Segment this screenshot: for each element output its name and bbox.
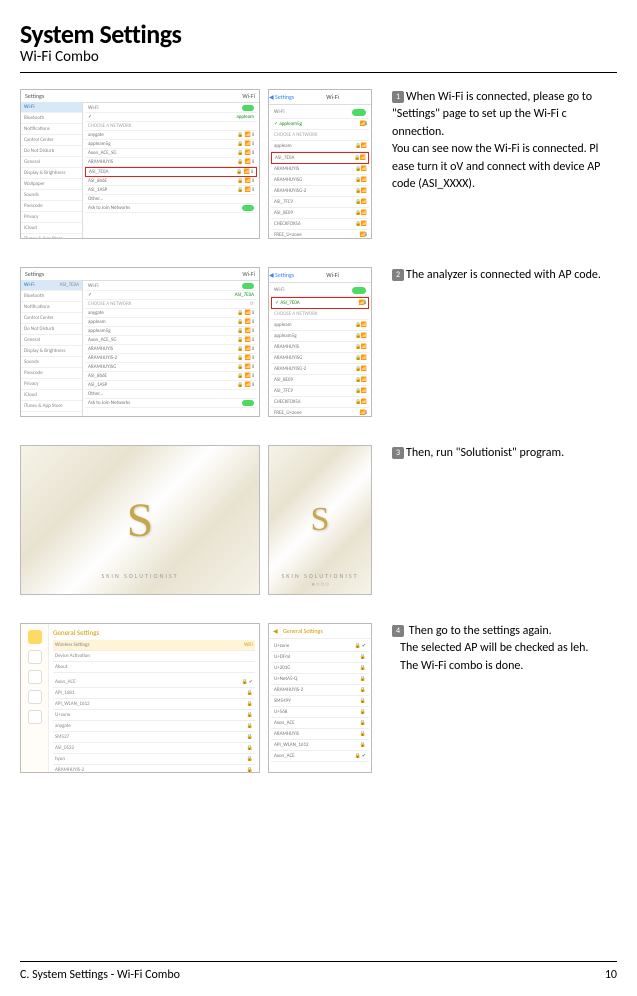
step-3-text: 3Then, run "Solutionist" program. <box>392 445 617 462</box>
step-3: S SKIN SOLUTIONIST S SKIN SOLUTIONIST ● … <box>20 445 617 595</box>
page-footer: C. System Settings - Wi-Fi Combo 10 <box>20 961 617 982</box>
step-2-text: 2The analyzer is connected with AP code. <box>392 267 617 284</box>
step-badge-2: 2 <box>392 269 404 281</box>
header-rule <box>20 72 617 73</box>
page-title: System Settings <box>20 18 617 50</box>
screenshot-general-settings-tablet: General Settings Wireless SettingsWiFi D… <box>20 623 260 773</box>
screenshot-solutionist-phone: S SKIN SOLUTIONIST ● ○ ○ ○ <box>268 445 372 595</box>
step-2: SettingsWi-Fi Wi-FiASI_7E0A Bluetooth No… <box>20 267 617 417</box>
page-number: 10 <box>605 968 617 982</box>
page-subtitle: Wi-Fi Combo <box>20 48 617 66</box>
step-badge-1: 1 <box>392 91 404 103</box>
step-4: General Settings Wireless SettingsWiFi D… <box>20 623 617 773</box>
step-4-text: 4 Then go to the settings again. The sel… <box>392 623 617 675</box>
screenshot-solutionist-tablet: S SKIN SOLUTIONIST <box>20 445 260 595</box>
step-badge-4: 4 <box>392 625 404 637</box>
step-1: SettingsWi-Fi Wi-Fi Bluetooth Notificati… <box>20 89 617 239</box>
step-1-text: 1When Wi-Fi is connected, please go to "… <box>392 89 617 193</box>
screenshot-general-settings-phone: ◀ General Settings U+zone🔒 ✔ U+DFml🔒 U+2… <box>268 623 372 773</box>
screenshot-settings-wifi-1: SettingsWi-Fi Wi-Fi Bluetooth Notificati… <box>20 89 260 239</box>
screenshot-phone-wifi-1: ◀ SettingsWi-Fi Wi-Fi ✓ appleam5g CHOOSE… <box>268 89 372 239</box>
footer-rule <box>20 961 617 962</box>
footer-breadcrumb: C. System Settings - Wi-Fi Combo <box>20 968 180 982</box>
screenshot-settings-wifi-2: SettingsWi-Fi Wi-FiASI_7E0A Bluetooth No… <box>20 267 260 417</box>
screenshot-phone-wifi-2: ◀ SettingsWi-Fi Wi-Fi ✓ ASI_7E0A CHOOSE … <box>268 267 372 417</box>
step-badge-3: 3 <box>392 447 404 459</box>
